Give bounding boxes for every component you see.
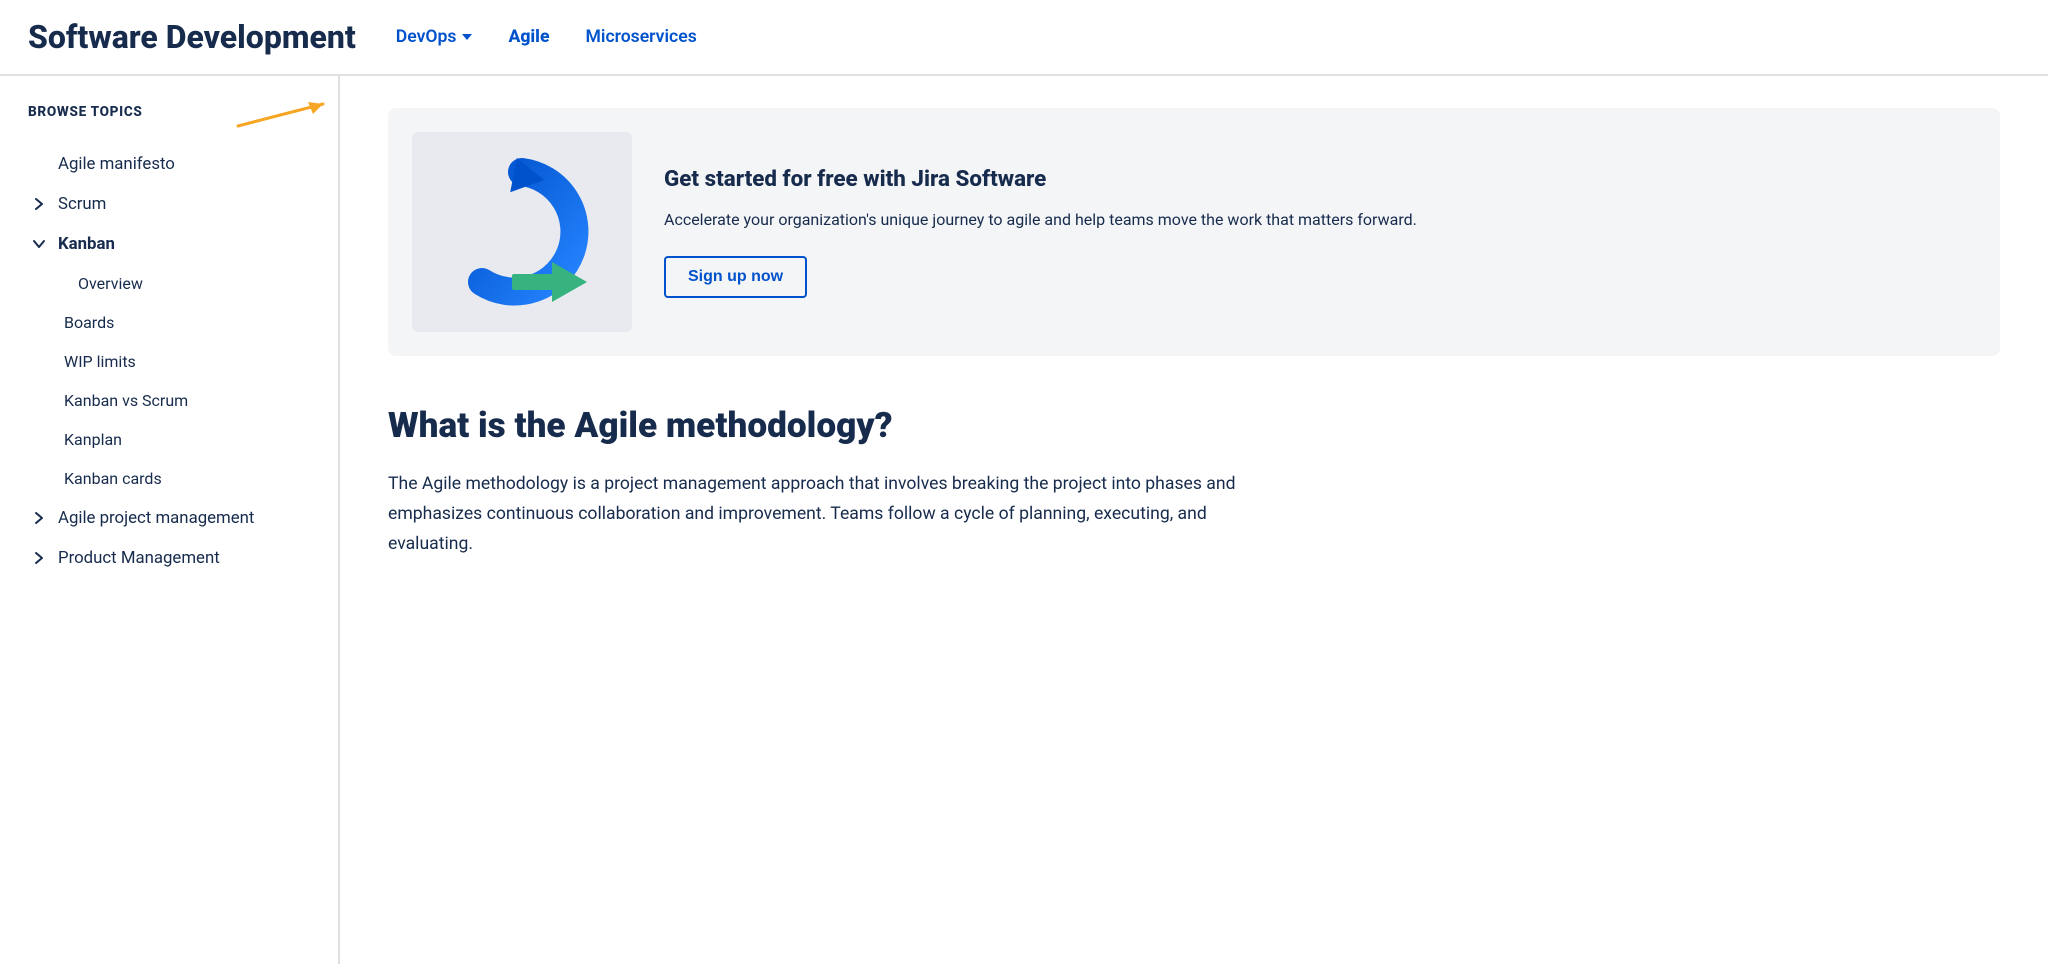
sidebar-item-kanplan[interactable]: Kanplan xyxy=(0,420,338,459)
chevron-right-icon xyxy=(28,551,50,565)
page-title: Software Development xyxy=(28,18,356,56)
page-header: Software Development DevOps Agile Micros… xyxy=(0,0,2048,76)
sidebar-item-overview[interactable]: Overview xyxy=(0,264,338,303)
promo-logo xyxy=(412,132,632,332)
header-nav: DevOps Agile Microservices xyxy=(396,27,697,47)
sidebar-item-scrum[interactable]: Scrum xyxy=(0,184,338,224)
main-content: Get started for free with Jira Software … xyxy=(340,76,2048,964)
sidebar-item-label: Kanban cards xyxy=(64,469,162,488)
browse-topics-container: BROWSE TOPICS xyxy=(0,104,338,144)
sidebar-item-label: Agile project management xyxy=(58,508,254,528)
article-body: The Agile methodology is a project manag… xyxy=(388,470,1288,560)
promo-heading: Get started for free with Jira Software xyxy=(664,166,1976,192)
sidebar: BROWSE TOPICS Agile manifesto Scrum xyxy=(0,76,340,964)
browse-topics-label: BROWSE TOPICS xyxy=(28,104,143,120)
chevron-down-icon xyxy=(462,34,472,40)
promo-text: Get started for free with Jira Software … xyxy=(664,166,1976,298)
sidebar-item-label: Agile manifesto xyxy=(58,154,175,174)
chevron-down-icon xyxy=(28,239,50,249)
arrow-annotation-icon xyxy=(228,96,340,136)
promo-description: Accelerate your organization's unique jo… xyxy=(664,208,1976,232)
sidebar-item-kanban-cards[interactable]: Kanban cards xyxy=(0,459,338,498)
sidebar-item-kanban[interactable]: Kanban xyxy=(0,224,338,264)
nav-item-microservices[interactable]: Microservices xyxy=(585,27,696,47)
sidebar-item-label: Kanban xyxy=(58,234,115,254)
promo-card: Get started for free with Jira Software … xyxy=(388,108,2000,356)
sidebar-item-wip-limits[interactable]: WIP limits xyxy=(0,342,338,381)
sign-up-button[interactable]: Sign up now xyxy=(664,256,807,298)
sidebar-item-label: Product Management xyxy=(58,548,220,568)
sidebar-item-label: Scrum xyxy=(58,194,106,214)
sidebar-item-agile-manifesto[interactable]: Agile manifesto xyxy=(0,144,338,184)
sidebar-item-label: Boards xyxy=(64,313,114,332)
sidebar-list: Agile manifesto Scrum Kanban Overview xyxy=(0,144,338,578)
sidebar-item-label: Overview xyxy=(78,274,143,293)
article-title: What is the Agile methodology? xyxy=(388,404,2000,446)
sidebar-item-kanban-vs-scrum[interactable]: Kanban vs Scrum xyxy=(0,381,338,420)
nav-item-devops[interactable]: DevOps xyxy=(396,27,473,47)
chevron-right-icon xyxy=(28,197,50,211)
nav-item-agile[interactable]: Agile xyxy=(508,27,549,47)
sidebar-item-label: Kanplan xyxy=(64,430,122,449)
sidebar-item-product-management[interactable]: Product Management xyxy=(0,538,338,578)
sidebar-item-label: WIP limits xyxy=(64,352,136,371)
sidebar-item-agile-project-management[interactable]: Agile project management xyxy=(0,498,338,538)
main-layout: BROWSE TOPICS Agile manifesto Scrum xyxy=(0,76,2048,964)
chevron-right-icon xyxy=(28,511,50,525)
jira-logo-svg xyxy=(432,152,612,312)
sidebar-item-boards[interactable]: Boards xyxy=(0,303,338,342)
sidebar-item-label: Kanban vs Scrum xyxy=(64,391,188,410)
